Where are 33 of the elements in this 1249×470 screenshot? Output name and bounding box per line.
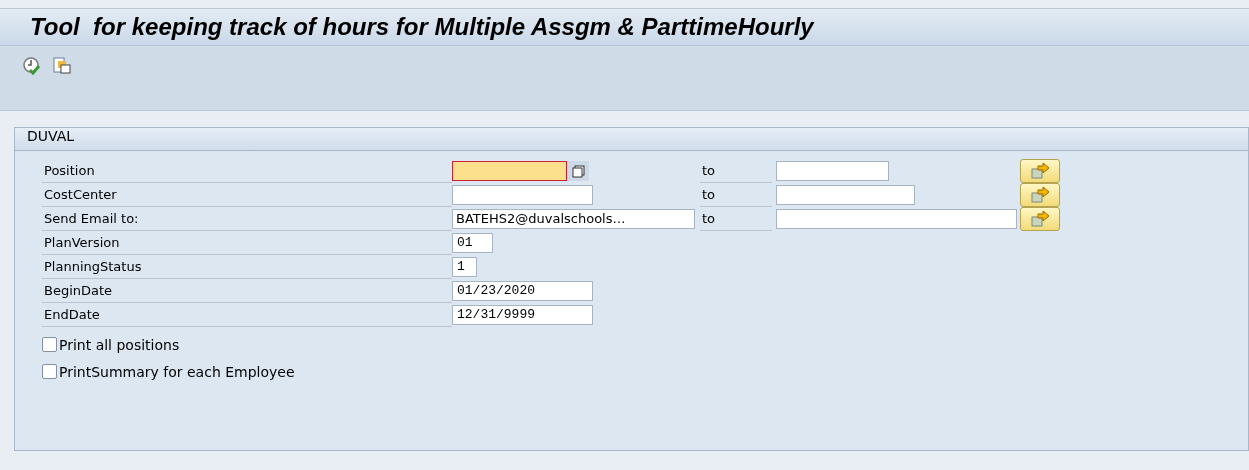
input-field[interactable] [776,185,915,205]
input-field[interactable] [776,209,1017,229]
multiple-selection-button[interactable] [1020,207,1060,231]
field-label: CostCenter [42,183,452,207]
input-field[interactable] [776,161,889,181]
window-title: Tool for keeping track of hours for Multiple Assgm & ParttimeHourly [29,12,816,42]
input-field[interactable] [452,185,593,205]
field-label: PlanningStatus [42,255,452,279]
field-label: BeginDate [42,279,452,303]
input-field[interactable] [452,161,567,181]
checkbox-label: Print all positions [59,336,180,353]
to-label: to [700,183,772,207]
arrow-icon [1030,186,1050,204]
checkbox-label: PrintSummary for each Employee [59,363,295,380]
value-help-button[interactable] [567,161,589,181]
field-label: PlanVersion [42,231,452,255]
checkbox[interactable] [42,337,57,352]
group-title: DUVAL [15,128,1248,151]
multiple-selection-button[interactable] [1020,159,1060,183]
field-label: Position [42,159,452,183]
arrow-icon [1030,210,1050,228]
field-label: EndDate [42,303,452,327]
input-field[interactable]: 01 [452,233,493,253]
to-label: to [700,159,772,183]
arrow-icon [1030,162,1050,180]
checkbox[interactable] [42,364,57,379]
to-label: to [700,207,772,231]
input-field[interactable]: 12/31/9999 [452,305,593,325]
input-field[interactable]: 01/23/2020 [452,281,593,301]
field-label: Send Email to: [42,207,452,231]
input-field[interactable]: BATEHS2@duvalschools… [452,209,695,229]
input-field[interactable]: 1 [452,257,477,277]
multiple-selection-button[interactable] [1020,183,1060,207]
